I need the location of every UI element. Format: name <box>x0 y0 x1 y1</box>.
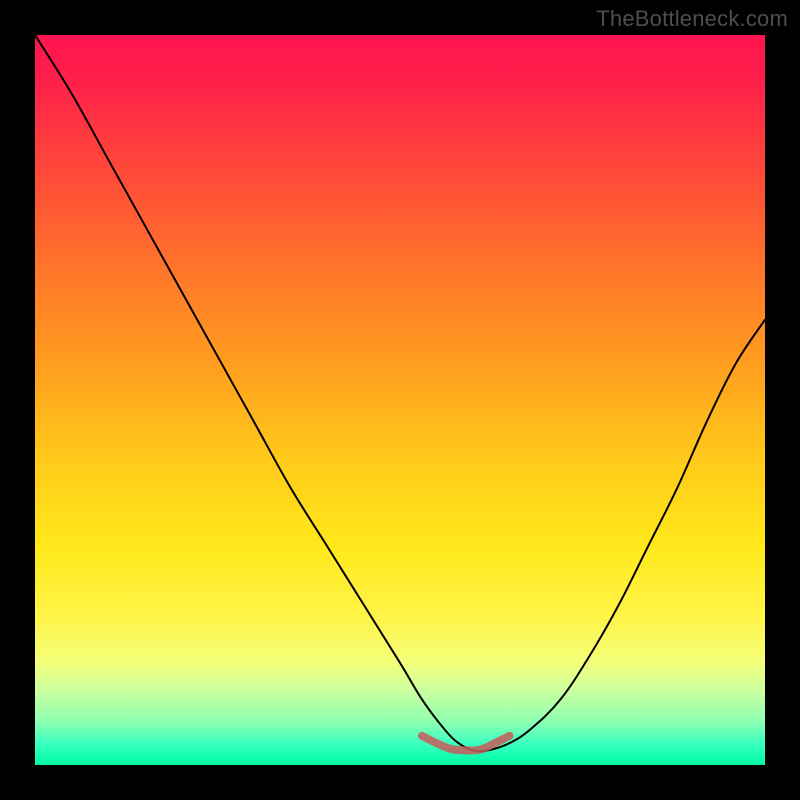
chart-frame: TheBottleneck.com <box>0 0 800 800</box>
bottleneck-curve <box>35 35 765 751</box>
curve-layer <box>35 35 765 765</box>
watermark-text: TheBottleneck.com <box>596 6 788 32</box>
plot-area <box>35 35 765 765</box>
